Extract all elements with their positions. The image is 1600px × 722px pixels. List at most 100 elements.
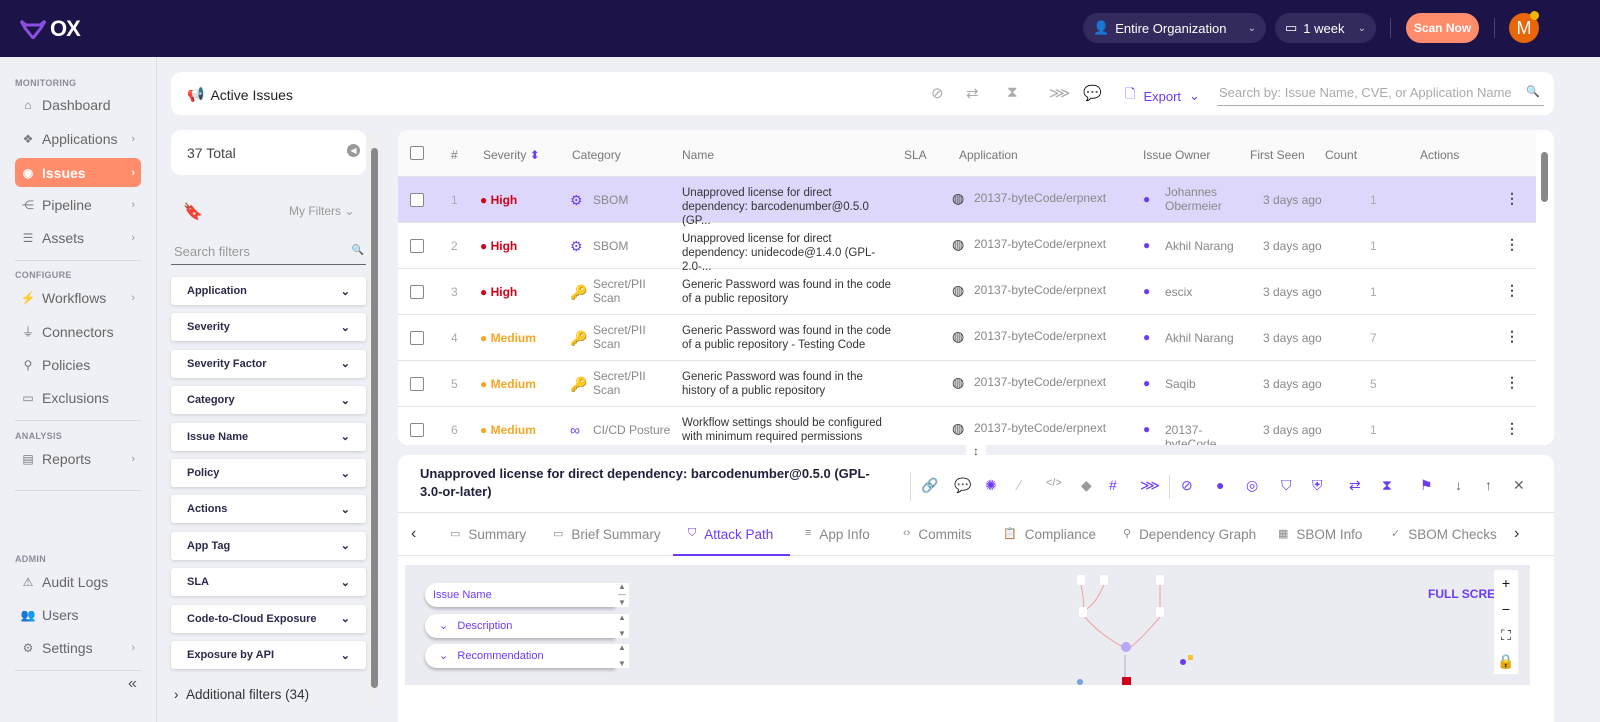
filter-severity-factor[interactable]: Severity Factor ⌄ xyxy=(171,349,366,378)
openai-icon[interactable]: ✺ xyxy=(985,477,997,494)
more-actions-icon[interactable]: ⋮ xyxy=(1505,236,1519,253)
sidebar-item-pipeline[interactable]: ⋲ Pipeline › xyxy=(15,190,141,219)
tab-sbom-info[interactable]: ▦ SBOM Info xyxy=(1278,527,1362,542)
tab-compliance[interactable]: 📋 Compliance xyxy=(1003,527,1096,542)
sidebar-item-users[interactable]: 👥 Users xyxy=(15,600,141,629)
filter-app-tag[interactable]: App Tag ⌄ xyxy=(171,531,366,560)
zoom-in-button[interactable]: + xyxy=(1494,570,1518,596)
table-row[interactable]: 5 ● Medium 🔑 Secret/PII Scan Generic Pas… xyxy=(398,361,1536,407)
shield-edit-icon[interactable]: ⛨ xyxy=(1312,477,1323,494)
sidebar-item-assets[interactable]: ☰ Assets › xyxy=(15,223,141,252)
tab-dependency-graph[interactable]: ⚲ Dependency Graph xyxy=(1123,527,1256,542)
select-all-checkbox[interactable] xyxy=(410,146,424,160)
pull-request-icon[interactable]: ⇄ xyxy=(1349,477,1361,494)
application-name[interactable]: 20137-byteCode/erpnext xyxy=(974,329,1106,343)
tab-commits[interactable]: ‹› Commits xyxy=(903,527,972,542)
application-name[interactable]: 20137-byteCode/erpnext xyxy=(974,421,1106,435)
hourglass-icon[interactable]: ⧗ xyxy=(1007,84,1018,101)
table-row[interactable]: 2 ● High ⚙ SBOM Unapproved license for d… xyxy=(398,223,1536,273)
collapse-sidebar-icon[interactable]: « xyxy=(128,675,137,693)
ox-logo[interactable]: OX xyxy=(20,16,81,42)
graph-box-issue-name[interactable]: Issue Name ▲ — ▼ xyxy=(425,583,629,607)
filter-sla[interactable]: SLA ⌄ xyxy=(171,568,366,597)
bookmark-add-icon[interactable]: 🔖 xyxy=(183,202,203,222)
application-name[interactable]: 20137-byteCode/erpnext xyxy=(974,191,1106,205)
close-icon[interactable]: ✕ xyxy=(1513,477,1525,494)
hourglass-icon[interactable]: ⧗ xyxy=(1382,477,1392,494)
code-icon[interactable]: </> xyxy=(1046,477,1062,489)
issue-name[interactable]: Generic Password was found in the code o… xyxy=(682,278,897,306)
tab-sbom-checks[interactable]: ✓ SBOM Checks xyxy=(1391,527,1497,542)
link-icon[interactable]: 🔗 xyxy=(921,477,938,494)
clock-icon[interactable]: ● xyxy=(1216,477,1224,493)
application-name[interactable]: 20137-byteCode/erpnext xyxy=(974,237,1106,251)
magic-wand-icon[interactable]: ⁄ xyxy=(1018,477,1020,493)
my-filters-dropdown[interactable]: My Filters ⌄ xyxy=(289,204,354,218)
collapse-filters-icon[interactable]: ◀ xyxy=(347,144,360,157)
filter-issue-name[interactable]: Issue Name ⌄ xyxy=(171,422,366,451)
issue-name[interactable]: Generic Password was found in the histor… xyxy=(682,370,897,398)
jira-icon[interactable]: ⋙ xyxy=(1140,477,1160,494)
issue-name[interactable]: Workflow settings should be configured w… xyxy=(682,416,897,444)
filter-actions[interactable]: Actions ⌄ xyxy=(171,495,366,524)
filter-policy[interactable]: Policy ⌄ xyxy=(171,459,366,487)
scroll-thumb[interactable] xyxy=(371,148,378,688)
graph-box-description[interactable]: ⌄ Description ▲ ▼ xyxy=(425,614,629,638)
tab-summary[interactable]: ▭ Summary xyxy=(450,527,526,542)
mute-icon[interactable]: ⊘ xyxy=(1181,477,1193,494)
more-actions-icon[interactable]: ⋮ xyxy=(1505,328,1519,345)
table-scrollbar[interactable] xyxy=(1539,130,1549,445)
application-name[interactable]: 20137-byteCode/erpnext xyxy=(974,375,1106,389)
filter-search-input[interactable]: Search filters 🔍 xyxy=(171,241,366,265)
lock-icon[interactable]: 🔒 xyxy=(1494,648,1518,674)
graph-box-recommendation[interactable]: ⌄ Recommendation ▲ ▼ xyxy=(425,644,629,668)
tabs-scroll-right-icon[interactable]: › xyxy=(1514,525,1519,543)
zoom-out-button[interactable]: − xyxy=(1494,596,1518,622)
filter-category[interactable]: Category ⌄ xyxy=(171,386,366,415)
pull-request-icon[interactable]: ⇄ xyxy=(966,84,979,102)
scroll-thumb[interactable] xyxy=(1541,152,1548,202)
filter-exposure-by-api[interactable]: Exposure by API ⌄ xyxy=(171,641,366,669)
resize-handle[interactable]: ↕ xyxy=(966,444,986,462)
mute-icon[interactable]: ⊘ xyxy=(931,84,944,102)
scan-now-button[interactable]: Scan Now xyxy=(1406,13,1479,43)
table-row[interactable]: 1 ● High ⚙ SBOM Unapproved license for d… xyxy=(398,177,1536,227)
scroll-arrows-icon[interactable]: ▲ ▼ xyxy=(615,644,629,668)
table-row[interactable]: 3 ● High 🔑 Secret/PII Scan Generic Passw… xyxy=(398,269,1536,315)
git-icon[interactable]: ◆ xyxy=(1081,477,1092,494)
issue-name[interactable]: Unapproved license for direct dependency… xyxy=(682,232,897,274)
filters-scrollbar[interactable] xyxy=(369,133,379,707)
table-row[interactable]: 4 ● Medium 🔑 Secret/PII Scan Generic Pas… xyxy=(398,315,1536,361)
sidebar-item-exclusions[interactable]: ▭ Exclusions xyxy=(15,383,141,412)
row-checkbox[interactable] xyxy=(410,331,424,345)
shield-target-icon[interactable]: ⛉ xyxy=(1281,477,1292,494)
sidebar-item-reports[interactable]: ▤ Reports › xyxy=(15,444,141,473)
hide-icon[interactable]: ◎ xyxy=(1246,477,1258,494)
filter-severity[interactable]: Severity ⌄ xyxy=(171,313,366,342)
filter-application[interactable]: Application ⌄ xyxy=(171,277,366,305)
row-checkbox[interactable] xyxy=(410,285,424,299)
comment-icon[interactable]: 💬 xyxy=(954,477,971,494)
row-checkbox[interactable] xyxy=(410,239,424,253)
scroll-arrows-icon[interactable]: ▲ ▼ xyxy=(615,614,629,638)
sidebar-item-settings[interactable]: ⚙ Settings › xyxy=(15,633,141,662)
tabs-scroll-left-icon[interactable]: ‹ xyxy=(411,525,416,543)
tab-attack-path[interactable]: ⛉ Attack Path xyxy=(688,527,773,542)
sidebar-item-policies[interactable]: ⚲ Policies xyxy=(15,350,141,379)
more-actions-icon[interactable]: ⋮ xyxy=(1505,190,1519,207)
slack-icon[interactable]: # xyxy=(1109,477,1117,493)
attack-path-graph[interactable]: Issue Name ▲ — ▼ ⌄ Description ▲ ▼ ⌄ Recommen… xyxy=(405,565,1530,685)
more-actions-icon[interactable]: ⋮ xyxy=(1505,374,1519,391)
comment-icon[interactable]: 💬 xyxy=(1083,84,1102,102)
arrow-up-icon[interactable]: ↑ xyxy=(1485,477,1492,493)
fit-view-icon[interactable]: ⛶ xyxy=(1494,622,1518,648)
issue-search-input[interactable]: Search by: Issue Name, CVE, or Applicati… xyxy=(1217,82,1544,106)
sidebar-item-connectors[interactable]: ⏚ Connectors xyxy=(15,317,141,346)
arrow-down-icon[interactable]: ↓ xyxy=(1455,477,1462,493)
tab-app-info[interactable]: ≡ App Info xyxy=(805,527,870,542)
tab-brief-summary[interactable]: ▭ Brief Summary xyxy=(553,527,661,542)
jira-icon[interactable]: ⋙ xyxy=(1049,84,1070,102)
period-selector[interactable]: ▭ 1 week ⌄ xyxy=(1275,13,1376,43)
more-actions-icon[interactable]: ⋮ xyxy=(1505,282,1519,299)
sidebar-item-workflows[interactable]: ⚡ Workflows › xyxy=(15,283,141,312)
